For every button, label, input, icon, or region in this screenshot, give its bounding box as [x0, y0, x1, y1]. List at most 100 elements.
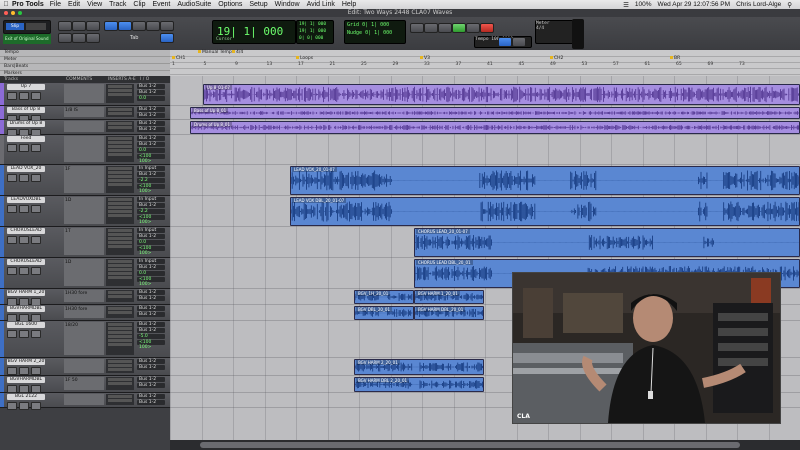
- audio-clip[interactable]: Bass of Up 8_01: [190, 107, 800, 119]
- track-header[interactable]: BGVHARMDBL 1H30 fore Bus 1-2 Bus 1-2: [0, 305, 170, 322]
- output-selector[interactable]: Bus 1-2: [137, 203, 165, 208]
- track-comment[interactable]: [64, 136, 104, 162]
- mute-button[interactable]: [31, 236, 41, 244]
- audio-clip[interactable]: BGV DBL_20_01: [354, 306, 414, 320]
- insert-slot[interactable]: [108, 245, 132, 248]
- track-name[interactable]: Feed: [7, 136, 45, 142]
- rewind-button[interactable]: [424, 23, 438, 33]
- track-name[interactable]: BGL 2122: [7, 394, 45, 400]
- pan-value[interactable]: <100 100>: [137, 154, 165, 164]
- mute-button[interactable]: [31, 174, 41, 182]
- track-header[interactable]: Up 7 Bus 1-2 Bus 1-2 0.0: [0, 83, 170, 106]
- menu-event[interactable]: Event: [152, 1, 170, 8]
- volume-value[interactable]: 0.0: [137, 96, 165, 101]
- menu-edit[interactable]: Edit: [68, 1, 80, 8]
- zoom-preset-3[interactable]: [86, 33, 100, 43]
- track-name[interactable]: Drums of Up 8: [7, 121, 45, 127]
- audio-clip[interactable]: CHORUS LEAD_20_01-07: [414, 228, 800, 257]
- menu-avid-link[interactable]: Avid Link: [307, 1, 335, 8]
- insert-slot[interactable]: [108, 122, 132, 125]
- insert-slot[interactable]: [108, 175, 132, 178]
- track-name[interactable]: BGVHARMDBL: [7, 377, 45, 383]
- input-selector[interactable]: Bus 1-2: [137, 107, 165, 112]
- record-arm-button[interactable]: [7, 174, 17, 182]
- insert-slots[interactable]: [106, 197, 134, 224]
- solo-button[interactable]: [19, 330, 29, 338]
- wifi-icon[interactable]: ☰: [623, 1, 629, 9]
- insert-slots[interactable]: [106, 166, 134, 193]
- insert-slots[interactable]: [106, 259, 134, 286]
- track-comment[interactable]: [64, 394, 104, 405]
- audio-clip[interactable]: BGV HARM 2_20_01: [354, 359, 484, 375]
- volume-value[interactable]: -5.0: [137, 334, 165, 339]
- solo-button[interactable]: [19, 236, 29, 244]
- audio-clip[interactable]: Drums of Up 8_01: [190, 121, 800, 134]
- track-name[interactable]: LEADVOXDBL: [7, 197, 45, 203]
- insert-slot[interactable]: [108, 214, 132, 217]
- audio-clip[interactable]: LEAD VOX_20_01-07: [290, 166, 800, 195]
- solo-button[interactable]: [19, 267, 29, 275]
- pan-value[interactable]: <100 100>: [137, 277, 165, 287]
- audio-clip[interactable]: BGV HARM DBL_20_01: [414, 306, 484, 320]
- track-name[interactable]: BGV HARM 2_20: [7, 359, 45, 365]
- record-arm-button[interactable]: [7, 385, 17, 393]
- insert-slot[interactable]: [108, 360, 132, 363]
- meter-value[interactable]: 4/4: [536, 26, 576, 31]
- track-header[interactable]: BGV HARM 2_20 Bus 1-2 Bus 1-2: [0, 358, 170, 376]
- insert-slot[interactable]: [108, 343, 132, 346]
- insert-slot[interactable]: [108, 323, 132, 326]
- insert-slot[interactable]: [108, 202, 132, 205]
- input-selector[interactable]: Bus 1-2: [137, 394, 165, 399]
- output-selector[interactable]: Bus 1-2: [137, 113, 165, 118]
- mirror-button[interactable]: [512, 37, 526, 47]
- output-selector[interactable]: Bus 1-2: [137, 234, 165, 239]
- trim-tool-button[interactable]: [104, 21, 118, 31]
- app-menu[interactable]: Pro Tools: [12, 1, 44, 8]
- scroll-thumb[interactable]: [200, 442, 740, 448]
- menu-file[interactable]: File: [50, 1, 61, 8]
- track-name[interactable]: BGVHARMDBL: [7, 306, 45, 312]
- output-selector[interactable]: Bus 1-2: [137, 90, 165, 95]
- menu-audiosuite[interactable]: AudioSuite: [177, 1, 211, 8]
- menu-clip[interactable]: Clip: [133, 1, 145, 8]
- input-selector[interactable]: Bus 1-2: [137, 136, 165, 141]
- play-button[interactable]: [452, 23, 466, 33]
- track-comment[interactable]: 1F: [64, 166, 104, 193]
- input-selector[interactable]: Bus 1-2: [137, 121, 165, 126]
- link-button[interactable]: [498, 37, 512, 47]
- input-selector[interactable]: Bus 1-2: [137, 322, 165, 327]
- audio-clip[interactable]: BGV_1H_20_01: [354, 290, 414, 304]
- selector-tool-button[interactable]: [118, 21, 132, 31]
- audio-clip[interactable]: BGV HARM 1_20_01: [414, 290, 484, 304]
- audio-clip[interactable]: Up 8_01-07: [203, 84, 800, 105]
- track-header[interactable]: BGV HARM 1_20 1H30 fore Bus 1-2 Bus 1-2: [0, 289, 170, 306]
- track-comment[interactable]: 1T: [64, 228, 104, 255]
- mute-button[interactable]: [31, 385, 41, 393]
- record-arm-button[interactable]: [7, 267, 17, 275]
- mute-button[interactable]: [31, 402, 41, 410]
- track-header[interactable]: CHORUSLEAD 1T In Input Bus 1-2 0.0 <100 100>: [0, 227, 170, 258]
- ruler-label-tempo[interactable]: Tempo: [0, 50, 170, 57]
- output-selector[interactable]: Bus 1-2: [137, 296, 165, 301]
- track-comment[interactable]: 1D: [64, 197, 104, 224]
- volume-value[interactable]: 0.0: [137, 271, 165, 276]
- track-name[interactable]: BGV HARM 1_20: [7, 290, 45, 296]
- audio-clip[interactable]: LEAD VOX DBL_20_01-07: [290, 197, 800, 226]
- solo-button[interactable]: [19, 144, 29, 152]
- main-counter[interactable]: 19| 1| 000 Cursor: [212, 20, 296, 44]
- insert-slot[interactable]: [108, 198, 132, 201]
- insert-slot[interactable]: [108, 229, 132, 232]
- insert-slot[interactable]: [108, 276, 132, 279]
- output-selector[interactable]: Bus 1-2: [137, 172, 165, 177]
- pan-value[interactable]: <100 100>: [137, 184, 165, 194]
- search-icon[interactable]: ⚲: [787, 1, 792, 9]
- insert-slot[interactable]: [108, 331, 132, 334]
- mute-button[interactable]: [31, 367, 41, 375]
- output-selector[interactable]: Bus 1-2: [137, 400, 165, 405]
- insert-slot[interactable]: [108, 241, 132, 244]
- zoom-out-button[interactable]: [58, 21, 72, 31]
- insert-slot[interactable]: [108, 311, 132, 314]
- insert-slot[interactable]: [108, 264, 132, 267]
- track-comment[interactable]: 1F 50: [64, 377, 104, 390]
- insert-slot[interactable]: [108, 145, 132, 148]
